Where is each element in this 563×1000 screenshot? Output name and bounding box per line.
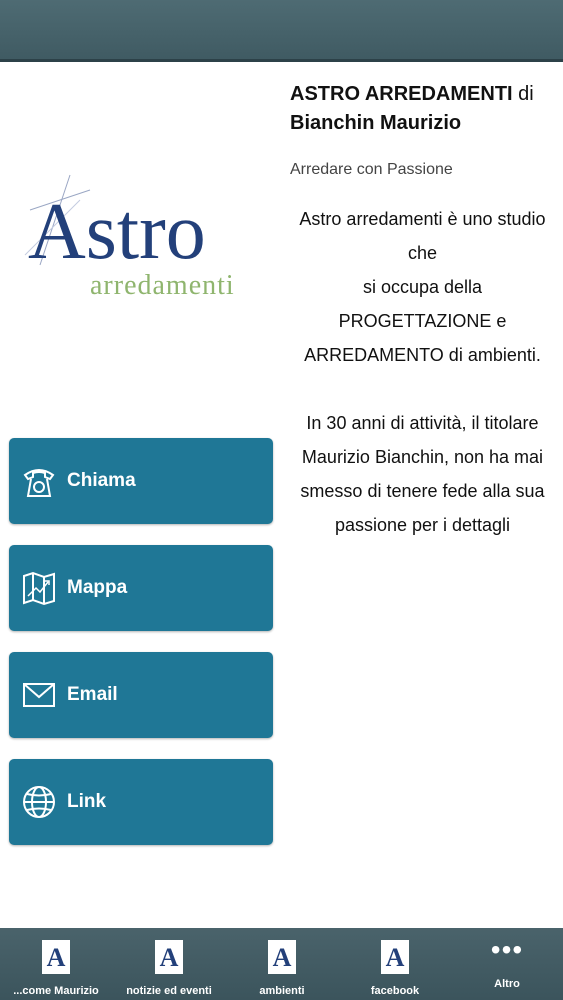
- astro-tab-icon: A: [268, 940, 296, 974]
- call-button[interactable]: Chiama: [9, 438, 273, 524]
- tab-come-maurizio[interactable]: A ...come Maurizio: [0, 928, 112, 1000]
- tab-label: facebook: [370, 985, 420, 997]
- link-label: Link: [67, 791, 107, 812]
- map-button[interactable]: Mappa: [9, 545, 273, 631]
- svg-text:A: A: [47, 943, 66, 972]
- tab-label: Altro: [494, 978, 520, 990]
- header-bar: [0, 0, 563, 62]
- more-dots-icon: •••: [490, 934, 524, 965]
- email-button[interactable]: Email: [9, 652, 273, 738]
- svg-text:A: A: [386, 943, 405, 972]
- title-bold: ASTRO ARREDAMENTI: [290, 83, 513, 105]
- tab-altro[interactable]: ••• Altro: [451, 928, 563, 1000]
- envelope-icon: [21, 675, 57, 715]
- subtitle: Arredare con Passione: [290, 161, 453, 178]
- astro-tab-icon: A: [42, 940, 70, 974]
- phone-icon: [21, 461, 57, 501]
- astro-logo: Astro arredamenti: [20, 170, 260, 310]
- description: Astro arredamenti è uno studio che si oc…: [299, 209, 546, 535]
- map-label: Mappa: [67, 577, 128, 598]
- tab-notizie-eventi[interactable]: A notizie ed eventi: [113, 928, 225, 1000]
- page-title: ASTRO ARREDAMENTI di Bianchin Maurizio: [290, 80, 550, 138]
- tab-facebook[interactable]: A facebook: [339, 928, 451, 1000]
- title-rest: di: [518, 83, 534, 105]
- astro-tab-icon: A: [155, 940, 183, 974]
- map-icon: [21, 568, 57, 608]
- email-label: Email: [67, 684, 118, 705]
- tab-label: ...come Maurizio: [13, 985, 99, 997]
- tab-ambienti[interactable]: A ambienti: [226, 928, 338, 1000]
- svg-text:arredamenti: arredamenti: [90, 270, 235, 301]
- astro-tab-icon: A: [381, 940, 409, 974]
- link-button[interactable]: Link: [9, 759, 273, 845]
- tab-label: ambienti: [259, 985, 305, 997]
- tab-label: notizie ed eventi: [126, 985, 212, 997]
- svg-text:A: A: [273, 943, 292, 972]
- svg-text:Astro: Astro: [28, 188, 206, 276]
- tab-bar: A ...come Maurizio A notizie ed eventi A…: [0, 928, 563, 1000]
- globe-icon: [21, 782, 57, 822]
- svg-text:A: A: [160, 943, 179, 972]
- call-label: Chiama: [67, 470, 136, 491]
- title-line2: Bianchin Maurizio: [290, 112, 462, 134]
